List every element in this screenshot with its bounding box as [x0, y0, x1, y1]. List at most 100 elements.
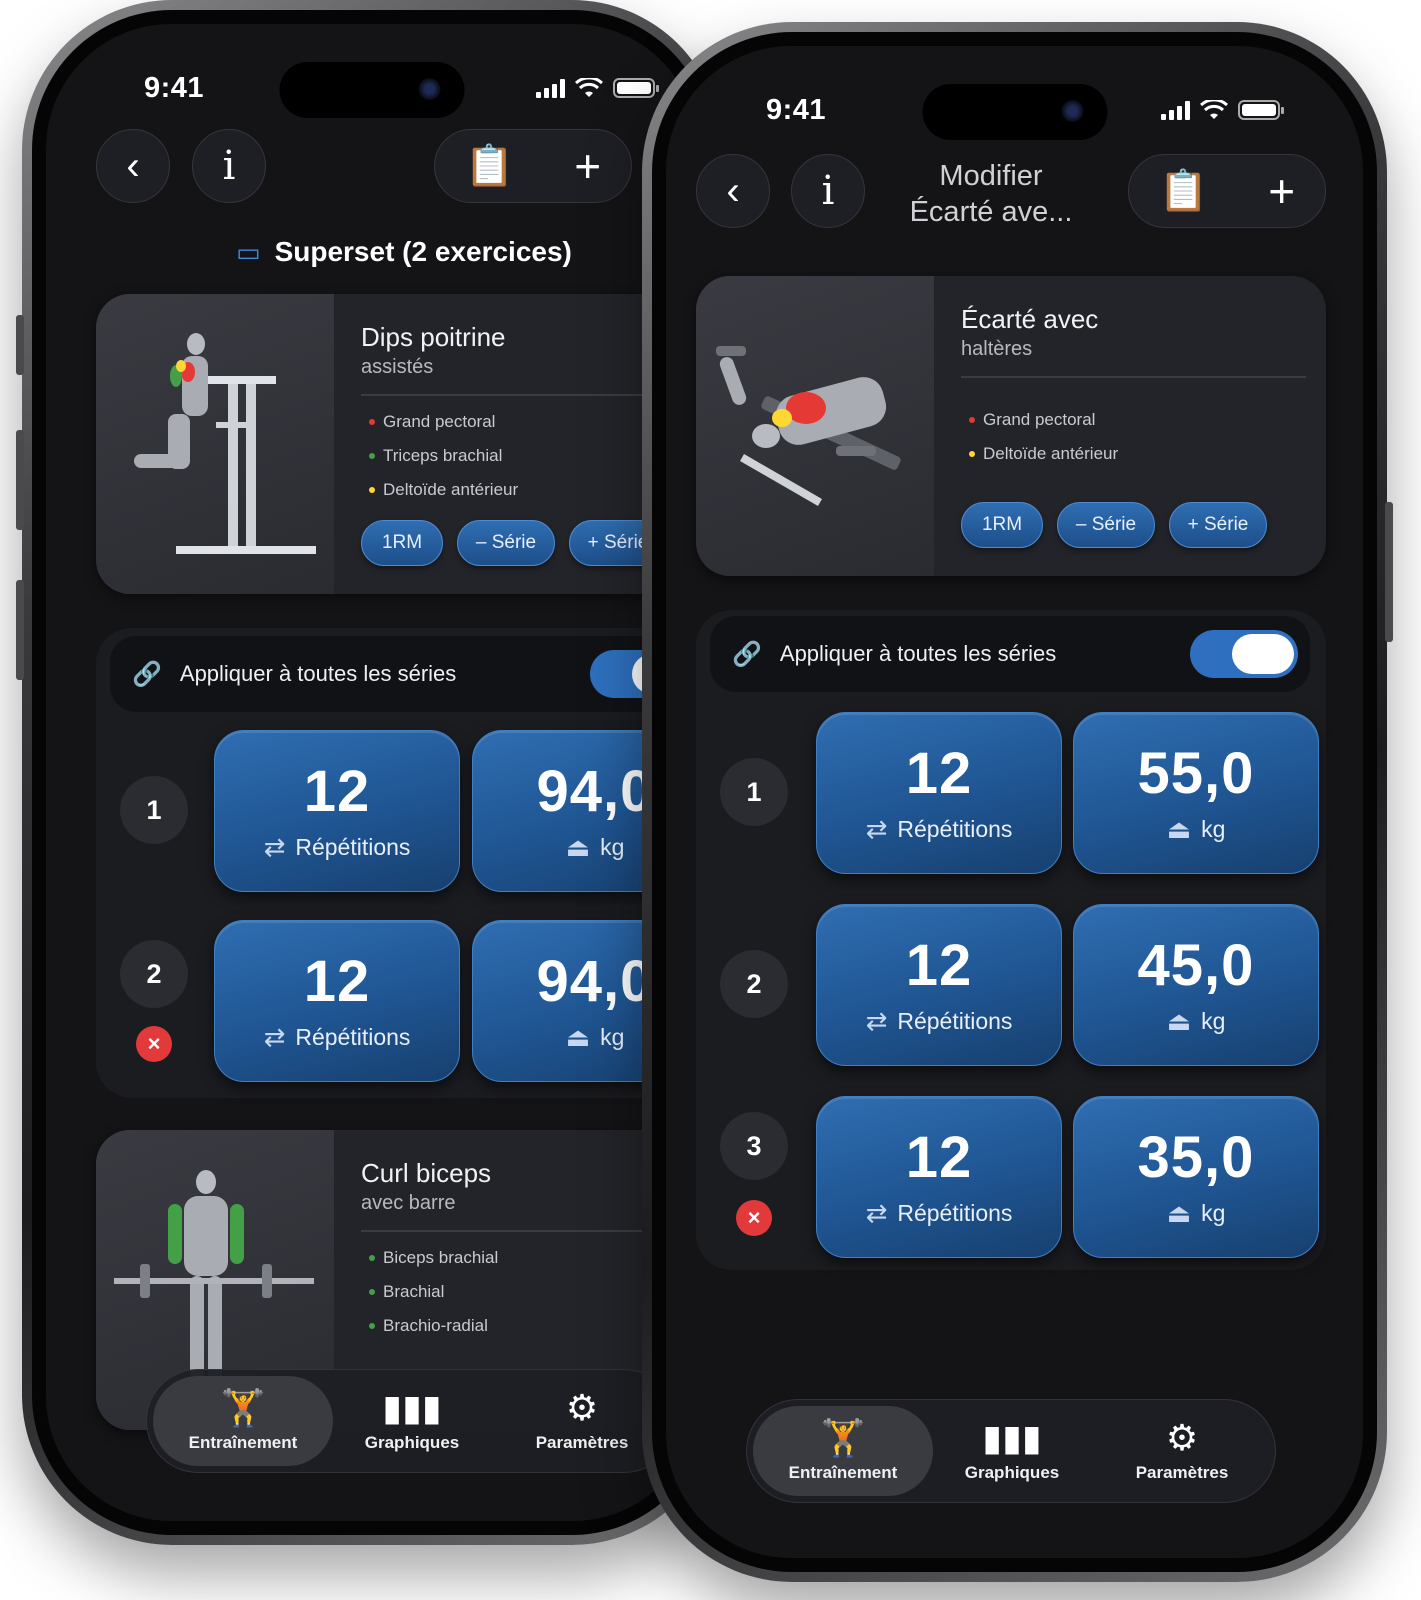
repeat-icon: ⇄ — [865, 813, 888, 844]
weight-value: 94,0 — [536, 948, 654, 1014]
apply-all-row: 🔗 Appliquer à toutes les séries — [110, 636, 698, 712]
reps-label: Répétitions — [897, 1199, 1013, 1226]
weight-value: 55,0 — [1137, 740, 1255, 806]
muscle-dot — [969, 417, 975, 423]
exercise-illustration — [96, 294, 334, 594]
muscle-item: Biceps brachial — [369, 1248, 498, 1268]
exercise-illustration — [696, 276, 934, 576]
weight-icon: ⏏ — [1166, 1197, 1192, 1228]
superset-title: Superset (2 exercices) — [274, 236, 572, 267]
dynamic-island — [922, 84, 1107, 140]
tab-entrainement[interactable]: 🏋 Entraînement — [753, 1406, 933, 1496]
status-icons — [1161, 100, 1284, 120]
reps-tile[interactable]: 12 ⇄ Répétitions — [816, 1096, 1062, 1258]
back-button[interactable]: ‹ — [696, 154, 770, 228]
link-icon: 🔗 — [132, 660, 162, 688]
muscle-item: Grand pectoral — [969, 410, 1095, 430]
delete-set-button[interactable]: × — [136, 1026, 172, 1062]
phone-right: 9:41 ‹ i Modifier Écarté ave... 📋 + Écar… — [642, 22, 1393, 1582]
clipboard-edit-icon[interactable]: 📋 — [465, 146, 515, 186]
muscle-dot — [369, 1323, 375, 1329]
exercise-card[interactable]: Dips poitrine assistés Grand pectoral Tr… — [96, 294, 698, 594]
gear-icon: ⚙ — [1165, 1417, 1199, 1458]
weight-unit: kg — [1201, 1007, 1226, 1034]
chevron-left-icon: ‹ — [726, 169, 740, 213]
remove-set-button[interactable]: – Série — [1057, 502, 1155, 548]
reps-value: 12 — [303, 758, 371, 824]
muscle-item: Grand pectoral — [369, 412, 495, 432]
muscle-item: Triceps brachial — [369, 446, 502, 466]
exercise-subtitle: haltères — [961, 338, 1033, 360]
apply-all-row: 🔗 Appliquer à toutes les séries — [710, 616, 1310, 692]
exercise-subtitle: assistés — [361, 356, 434, 378]
reps-value: 12 — [905, 1124, 973, 1190]
delete-set-button[interactable]: × — [736, 1200, 772, 1236]
battery-icon — [1238, 100, 1284, 120]
add-set-button[interactable]: + Série — [1169, 502, 1267, 548]
tab-parametres[interactable]: ⚙ Paramètres — [1102, 1406, 1262, 1496]
weight-tile[interactable]: 55,0 ⏏ kg — [1073, 712, 1319, 874]
reps-tile[interactable]: 12 ⇄ Répétitions — [816, 904, 1062, 1066]
reps-label: Répétitions — [295, 1023, 411, 1050]
volume-up-button — [16, 430, 24, 530]
1rm-button[interactable]: 1RM — [961, 502, 1043, 548]
apply-all-label: Appliquer à toutes les séries — [779, 641, 1057, 666]
chevron-left-icon: ‹ — [126, 144, 140, 188]
apply-all-toggle[interactable] — [1190, 630, 1298, 678]
tab-bar: 🏋 Entraînement ▮▮▮ Graphiques ⚙ Paramètr… — [146, 1369, 676, 1473]
info-button[interactable]: i — [192, 129, 266, 203]
reps-tile[interactable]: 12 ⇄ Répétitions — [214, 920, 460, 1082]
reps-label: Répétitions — [295, 833, 411, 860]
divider — [961, 376, 1306, 378]
repeat-icon: ⇄ — [263, 831, 286, 862]
weight-tile[interactable]: 45,0 ⏏ kg — [1073, 904, 1319, 1066]
1rm-button[interactable]: 1RM — [361, 520, 443, 566]
muscle-item: Deltoïde antérieur — [969, 444, 1118, 464]
info-icon: i — [821, 168, 835, 214]
plus-icon[interactable]: + — [574, 143, 601, 189]
exercise-card[interactable]: Écarté avec haltères Grand pectoral Delt… — [696, 276, 1326, 576]
back-button[interactable]: ‹ — [96, 129, 170, 203]
set-number: 2 — [120, 940, 188, 1008]
weight-unit: kg — [1201, 815, 1226, 842]
muscle-dot — [369, 487, 375, 493]
status-icons — [536, 78, 659, 98]
clipboard-edit-icon[interactable]: 📋 — [1159, 171, 1209, 211]
battery-icon — [613, 78, 659, 98]
tab-parametres[interactable]: ⚙ Paramètres — [502, 1376, 662, 1466]
reps-value: 12 — [905, 932, 973, 998]
tab-graphiques[interactable]: ▮▮▮ Graphiques — [937, 1406, 1087, 1496]
dynamic-island — [279, 62, 465, 118]
signal-icon — [1161, 100, 1190, 120]
muscle-item: Deltoïde antérieur — [369, 480, 518, 500]
phone-left: 9:41 ‹ i 📋 + ▭ Superset (2 exercices) Di… — [16, 0, 722, 1545]
bar-chart-icon: ▮▮▮ — [382, 1387, 442, 1428]
sets-panel: 🔗 Appliquer à toutes les séries 1 12 ⇄ Ré… — [696, 610, 1326, 1270]
superset-header: ▭ Superset (2 exercices) — [236, 236, 572, 268]
tab-entrainement[interactable]: 🏋 Entraînement — [153, 1376, 333, 1466]
status-time: 9:41 — [766, 94, 827, 126]
reps-value: 12 — [303, 948, 371, 1014]
remove-set-button[interactable]: – Série — [457, 520, 555, 566]
wifi-icon — [1200, 100, 1228, 119]
weight-tile[interactable]: 35,0 ⏏ kg — [1073, 1096, 1319, 1258]
reps-tile[interactable]: 12 ⇄ Répétitions — [214, 730, 460, 892]
repeat-icon: ⇄ — [865, 1005, 888, 1036]
set-number: 1 — [720, 758, 788, 826]
reps-tile[interactable]: 12 ⇄ Répétitions — [816, 712, 1062, 874]
bar-chart-icon: ▮▮▮ — [982, 1417, 1042, 1458]
sets-panel: 🔗 Appliquer à toutes les séries 1 12 ⇄ Ré… — [96, 628, 698, 1098]
screen-right: 9:41 ‹ i Modifier Écarté ave... 📋 + Écar… — [666, 46, 1363, 1558]
muscle-dot — [369, 1255, 375, 1261]
status-time: 9:41 — [144, 72, 205, 104]
muscle-item: Brachial — [369, 1282, 444, 1302]
plus-icon[interactable]: + — [1268, 168, 1295, 214]
info-button[interactable]: i — [791, 154, 865, 228]
muscle-dot — [369, 419, 375, 425]
set-number: 2 — [720, 950, 788, 1018]
side-button — [16, 315, 24, 375]
tab-graphiques[interactable]: ▮▮▮ Graphiques — [337, 1376, 487, 1466]
weightlifter-icon: 🏋 — [820, 1417, 866, 1458]
set-number: 1 — [120, 776, 188, 844]
exercise-title: Écarté avec — [961, 304, 1099, 334]
